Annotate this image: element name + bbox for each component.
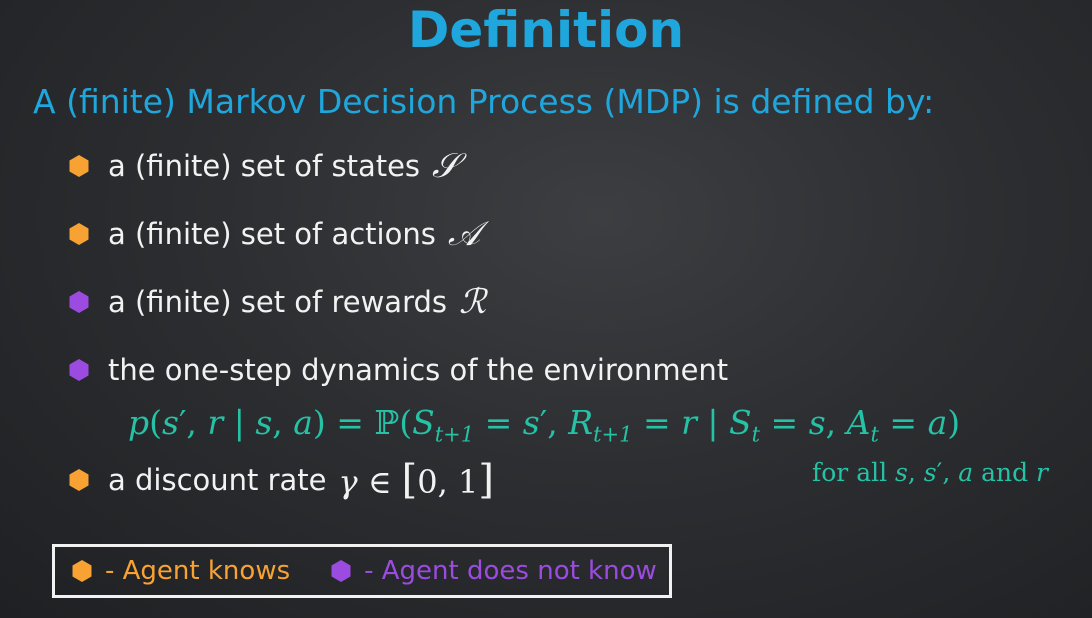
item-text: a discount rate [108,463,327,497]
item-text: a (finite) set of actions [108,217,436,251]
orange-hexagon-icon [72,560,92,582]
formula-note: for all s, s′, a and r [812,458,1048,487]
legend-label-agent-does-not-know: - Agent does not know [364,556,657,586]
dynamics-formula: p(s′, r | s, a) = ℙ(St+1 = s′, Rt+1 = r … [128,403,961,447]
purple-hexagon-icon [69,359,89,381]
legend-label-agent-knows: - Agent knows [105,556,291,586]
list-item-dynamics: the one-step dynamics of the environment [68,348,728,392]
discount-formula: γ ∈ [0, 1] [338,457,494,503]
states-symbol: 𝒮 [432,146,459,186]
list-item-rewards: a (finite) set of rewards ℛ [68,280,486,324]
item-text: the one-step dynamics of the environment [108,353,729,387]
purple-hexagon-icon [331,560,351,582]
list-item-states: a (finite) set of states 𝒮 [68,144,458,188]
item-text: a (finite) set of states [108,149,421,183]
item-text: a (finite) set of rewards [108,285,448,319]
rewards-symbol: ℛ [459,282,487,322]
purple-hexagon-icon [69,291,89,313]
orange-hexagon-icon [69,155,89,177]
orange-hexagon-icon [69,223,89,245]
orange-hexagon-icon [69,469,89,491]
slide-title: Definition [407,1,685,59]
legend-box: - Agent knows - Agent does not know [52,544,672,598]
actions-symbol: 𝒜 [447,214,481,254]
slide-subtitle: A (finite) Markov Decision Process (MDP)… [33,82,935,121]
list-item-discount: a discount rate γ ∈ [0, 1] [68,457,494,503]
list-item-actions: a (finite) set of actions 𝒜 [68,212,480,256]
